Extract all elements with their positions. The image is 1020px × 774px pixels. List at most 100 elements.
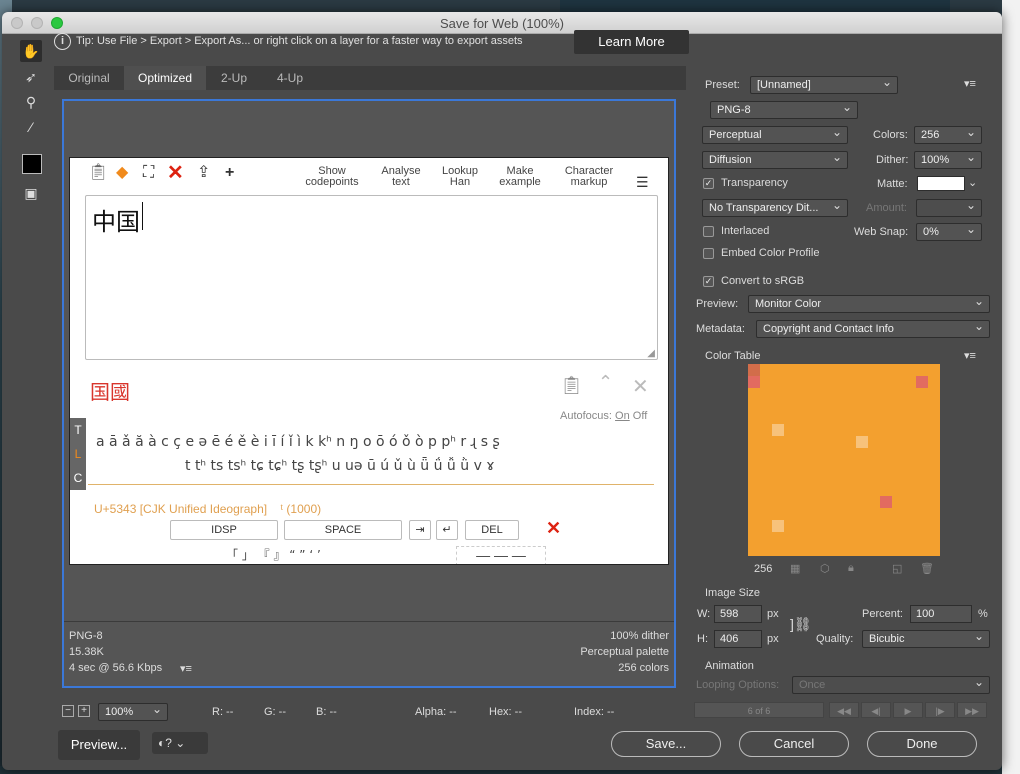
color-swatch[interactable]	[760, 436, 772, 448]
color-swatch[interactable]	[772, 496, 784, 508]
pinyin-row-2[interactable]: t tʰ ts tsʰ tɕ tɕʰ tʂ tʂʰ u uə ū ú ǔ ù ǖ…	[185, 458, 495, 474]
color-swatch[interactable]	[892, 508, 904, 520]
color-swatch[interactable]	[928, 424, 940, 436]
eyedropper-color-swatch[interactable]	[22, 154, 42, 174]
color-swatch[interactable]	[892, 496, 904, 508]
color-swatch[interactable]	[892, 544, 904, 556]
color-swatch[interactable]	[916, 436, 928, 448]
color-swatch[interactable]	[856, 520, 868, 532]
color-swatch[interactable]	[832, 424, 844, 436]
color-swatch[interactable]	[808, 544, 820, 556]
color-swatch[interactable]	[880, 496, 892, 508]
color-swatch[interactable]	[916, 484, 928, 496]
resize-handle-icon[interactable]: ◢	[647, 348, 655, 359]
preview-button[interactable]: Preview...	[58, 730, 140, 760]
color-swatch[interactable]	[916, 532, 928, 544]
color-swatch[interactable]	[748, 472, 760, 484]
color-swatch[interactable]	[928, 400, 940, 412]
color-swatch[interactable]	[760, 520, 772, 532]
color-swatch[interactable]	[796, 448, 808, 460]
color-swatch[interactable]	[808, 364, 820, 376]
color-swatch[interactable]	[832, 532, 844, 544]
tab-original[interactable]: Original	[54, 66, 124, 90]
optimize-menu-icon[interactable]: ▾≡	[964, 77, 976, 90]
color-swatch[interactable]	[892, 532, 904, 544]
color-swatch[interactable]	[808, 388, 820, 400]
color-swatch[interactable]	[832, 388, 844, 400]
color-swatch[interactable]	[868, 412, 880, 424]
color-swatch[interactable]	[844, 400, 856, 412]
color-swatch[interactable]	[844, 532, 856, 544]
color-swatch[interactable]	[820, 376, 832, 388]
tab-key[interactable]: ⇥	[409, 520, 431, 540]
transparency-dither-select[interactable]: No Transparency Dit...	[702, 199, 848, 217]
color-swatch[interactable]	[880, 472, 892, 484]
map-to-web-icon[interactable]: ▦	[790, 562, 800, 575]
color-swatch[interactable]	[820, 364, 832, 376]
color-swatch[interactable]	[904, 436, 916, 448]
color-swatch[interactable]	[916, 376, 928, 388]
first-frame-button[interactable]: ◀◀	[829, 702, 859, 718]
color-swatch[interactable]	[748, 424, 760, 436]
copy-icon[interactable]: 📋︎	[560, 375, 583, 396]
color-swatch[interactable]	[772, 520, 784, 532]
slice-select-tool-icon[interactable]: ➶	[20, 66, 42, 88]
color-swatch[interactable]	[928, 484, 940, 496]
last-frame-button[interactable]: ▶▶	[957, 702, 987, 718]
space-key[interactable]: SPACE	[284, 520, 402, 540]
color-swatch[interactable]	[832, 436, 844, 448]
color-swatch[interactable]	[928, 532, 940, 544]
hand-tool-icon[interactable]: ✋	[20, 40, 42, 62]
color-swatch[interactable]	[856, 400, 868, 412]
autofocus-toggle[interactable]: Autofocus: On Off	[560, 410, 647, 422]
color-swatch[interactable]	[796, 412, 808, 424]
color-swatch[interactable]	[772, 412, 784, 424]
color-swatch[interactable]	[760, 364, 772, 376]
color-swatch[interactable]	[868, 460, 880, 472]
color-swatch[interactable]	[760, 508, 772, 520]
color-swatch[interactable]	[868, 448, 880, 460]
color-swatch[interactable]	[784, 460, 796, 472]
color-swatch[interactable]	[916, 472, 928, 484]
color-swatch[interactable]	[928, 508, 940, 520]
side-tab-l[interactable]: L	[70, 442, 86, 466]
color-swatch[interactable]	[832, 376, 844, 388]
color-swatch[interactable]	[868, 376, 880, 388]
color-swatch[interactable]	[928, 460, 940, 472]
color-swatch[interactable]	[796, 544, 808, 556]
color-swatch[interactable]	[928, 412, 940, 424]
color-swatch[interactable]	[748, 520, 760, 532]
color-swatch[interactable]	[928, 472, 940, 484]
color-swatch[interactable]	[760, 400, 772, 412]
color-swatch[interactable]	[856, 448, 868, 460]
color-swatch[interactable]	[904, 400, 916, 412]
color-swatch[interactable]	[808, 532, 820, 544]
color-swatch[interactable]	[748, 532, 760, 544]
save-button[interactable]: Save...	[611, 731, 721, 757]
color-swatch[interactable]	[820, 460, 832, 472]
color-swatch[interactable]	[820, 388, 832, 400]
enter-key[interactable]: ↵	[436, 520, 458, 540]
color-swatch[interactable]	[928, 376, 940, 388]
lookup-han-button[interactable]: Lookup Han	[434, 166, 486, 188]
color-swatch[interactable]	[772, 376, 784, 388]
color-swatch[interactable]	[808, 400, 820, 412]
collapse-up-icon[interactable]: ⌃	[598, 372, 613, 393]
color-swatch[interactable]	[772, 436, 784, 448]
color-swatch[interactable]	[760, 376, 772, 388]
color-swatch[interactable]	[772, 532, 784, 544]
preset-select[interactable]: [Unnamed]	[750, 76, 898, 94]
color-swatch[interactable]	[796, 436, 808, 448]
color-swatch[interactable]	[880, 364, 892, 376]
color-table-grid[interactable]	[748, 364, 940, 556]
color-swatch[interactable]	[820, 532, 832, 544]
color-swatch[interactable]	[892, 436, 904, 448]
color-swatch[interactable]	[808, 520, 820, 532]
analyse-text-button[interactable]: Analyse text	[375, 166, 427, 188]
color-swatch[interactable]	[820, 472, 832, 484]
color-swatch[interactable]	[772, 448, 784, 460]
color-swatch[interactable]	[892, 412, 904, 424]
color-swatch[interactable]	[820, 508, 832, 520]
clipboard-icon[interactable]: 📋︎	[88, 163, 108, 183]
color-swatch[interactable]	[784, 424, 796, 436]
